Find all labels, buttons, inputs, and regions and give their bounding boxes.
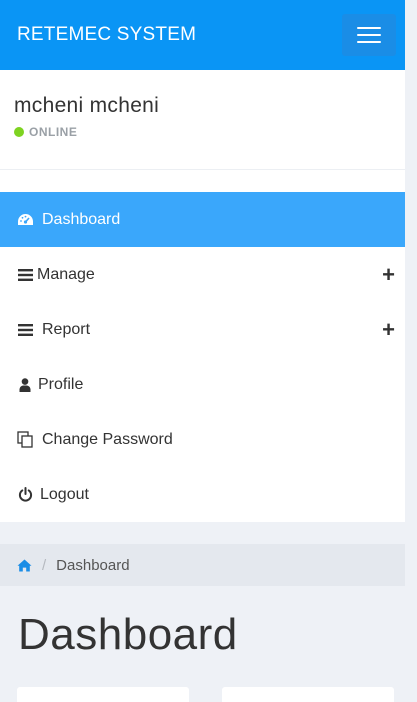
breadcrumb-separator: / — [42, 556, 47, 574]
hamburger-icon — [357, 27, 381, 29]
expand-plus-icon[interactable]: + — [382, 263, 395, 286]
copy-icon — [16, 431, 34, 449]
online-dot-icon — [14, 127, 24, 137]
bars-icon — [16, 266, 34, 284]
nav-item-report[interactable]: Report + — [0, 302, 411, 357]
nav-item-dashboard[interactable]: Dashboard — [0, 192, 411, 247]
dashboard-cards — [17, 687, 395, 702]
top-navbar: RETEMEC SYSTEM — [0, 0, 411, 70]
expand-plus-icon[interactable]: + — [382, 318, 395, 341]
scrollbar[interactable] — [405, 0, 411, 702]
dashboard-icon — [16, 211, 34, 229]
bars-icon — [16, 321, 34, 339]
dashboard-card — [222, 687, 394, 702]
nav-item-profile[interactable]: Profile — [0, 357, 411, 412]
nav-item-manage[interactable]: Manage + — [0, 247, 411, 302]
breadcrumb: / Dashboard — [0, 544, 411, 586]
dashboard-card — [17, 687, 189, 702]
menu-toggle-button[interactable] — [342, 14, 396, 56]
user-panel: mcheni mcheni ONLINE — [0, 70, 411, 170]
home-icon[interactable] — [17, 559, 32, 572]
status-text: ONLINE — [29, 125, 78, 139]
user-status: ONLINE — [14, 125, 397, 139]
app-frame: RETEMEC SYSTEM mcheni mcheni ONLINE Dash… — [0, 0, 411, 702]
power-icon — [16, 486, 34, 504]
user-name: mcheni mcheni — [14, 94, 160, 117]
brand-title[interactable]: RETEMEC SYSTEM — [17, 24, 196, 46]
nav-item-logout[interactable]: Logout — [0, 467, 411, 522]
nav-item-change-password[interactable]: Change Password — [0, 412, 411, 467]
breadcrumb-current: Dashboard — [56, 556, 130, 574]
page-title: Dashboard — [18, 610, 238, 659]
sidebar-nav: Dashboard Manage + Report + Profile Chan… — [0, 192, 411, 522]
user-icon — [16, 376, 34, 394]
